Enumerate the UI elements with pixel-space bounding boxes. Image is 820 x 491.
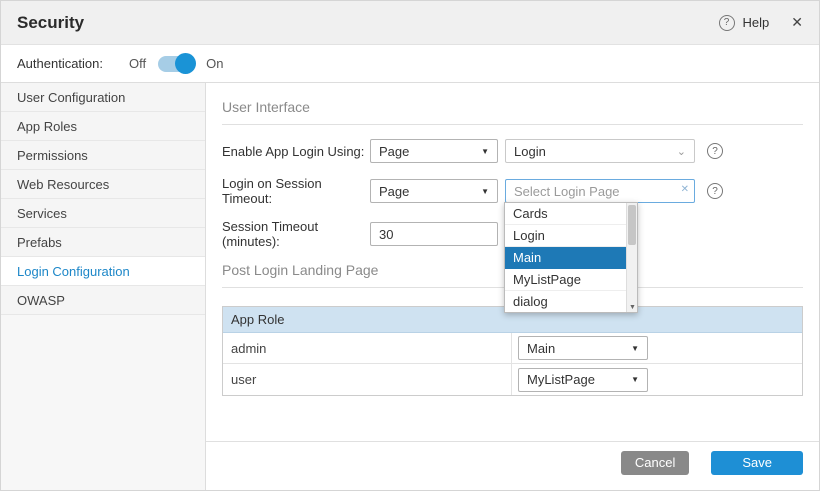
main-content: User Interface Enable App Login Using: P… <box>206 83 819 491</box>
enable-app-login-row: Enable App Login Using: Page ▼ Login ⌄ ? <box>222 139 803 163</box>
login-page-dropdown: Cards Login Main MyListPage dialog ▼ <box>504 202 638 313</box>
toggle-on-label: On <box>206 56 223 71</box>
scroll-down-icon[interactable]: ▼ <box>629 304 636 311</box>
dropdown-option-mylistpage[interactable]: MyListPage <box>505 269 637 291</box>
enable-app-login-help-icon[interactable]: ? <box>707 143 723 159</box>
sidebar-item-permissions[interactable]: Permissions <box>1 141 205 170</box>
security-dialog: Security ? Help ✕ Authentication: Off On… <box>0 0 820 491</box>
dialog-footer: Cancel Save <box>206 441 819 491</box>
dialog-header: Security ? Help ✕ <box>1 1 819 45</box>
authentication-label: Authentication: <box>17 56 103 71</box>
login-on-timeout-label: Login on Session Timeout: <box>222 176 370 206</box>
caret-down-icon: ▼ <box>481 147 489 156</box>
role-cell: admin <box>223 333 512 363</box>
sidebar-item-web-resources[interactable]: Web Resources <box>1 170 205 199</box>
dropdown-option-cards[interactable]: Cards <box>505 203 637 225</box>
login-on-timeout-type-select[interactable]: Page ▼ <box>370 179 498 203</box>
select-value: Page <box>379 184 409 199</box>
user-interface-heading: User Interface <box>222 99 803 125</box>
select-login-page-input[interactable] <box>505 179 695 203</box>
session-timeout-label: Session Timeout (minutes): <box>222 219 370 249</box>
authentication-toggle[interactable] <box>158 56 194 72</box>
clear-icon[interactable]: ✕ <box>681 184 689 195</box>
select-value: MyListPage <box>527 372 595 387</box>
role-cell: user <box>223 364 512 395</box>
close-icon[interactable]: ✕ <box>791 14 803 31</box>
authentication-bar: Authentication: Off On <box>1 45 819 83</box>
caret-down-icon: ▼ <box>631 375 639 384</box>
toggle-off-label: Off <box>129 56 146 71</box>
login-on-timeout-help-icon[interactable]: ? <box>707 183 723 199</box>
dropdown-option-main[interactable]: Main <box>505 247 637 269</box>
sidebar-item-user-configuration[interactable]: User Configuration <box>1 83 205 112</box>
save-button[interactable]: Save <box>711 451 803 475</box>
caret-down-icon: ▼ <box>481 187 489 196</box>
enable-app-login-page-combobox[interactable]: Login ⌄ <box>505 139 695 163</box>
landing-page-table: App Role admin Main ▼ user MyListPage <box>222 306 803 396</box>
help-icon[interactable]: ? <box>719 15 735 31</box>
scrollbar-thumb[interactable] <box>628 205 636 245</box>
admin-landing-page-select[interactable]: Main ▼ <box>518 336 648 360</box>
chevron-down-icon: ⌄ <box>677 145 686 158</box>
cancel-button[interactable]: Cancel <box>621 451 689 475</box>
sidebar-item-owasp[interactable]: OWASP <box>1 286 205 315</box>
sidebar-item-prefabs[interactable]: Prefabs <box>1 228 205 257</box>
sidebar: User Configuration App Roles Permissions… <box>1 83 206 491</box>
enable-app-login-type-select[interactable]: Page ▼ <box>370 139 498 163</box>
sidebar-item-app-roles[interactable]: App Roles <box>1 112 205 141</box>
caret-down-icon: ▼ <box>631 344 639 353</box>
table-row: user MyListPage ▼ <box>223 364 802 395</box>
table-row: admin Main ▼ <box>223 333 802 364</box>
dropdown-scrollbar[interactable]: ▼ <box>626 203 637 312</box>
select-value: Main <box>527 341 555 356</box>
combobox-value: Login <box>514 144 546 159</box>
dropdown-option-login[interactable]: Login <box>505 225 637 247</box>
sidebar-item-services[interactable]: Services <box>1 199 205 228</box>
user-landing-page-select[interactable]: MyListPage ▼ <box>518 368 648 392</box>
sidebar-item-login-configuration[interactable]: Login Configuration <box>1 257 205 286</box>
help-link[interactable]: Help <box>743 15 770 30</box>
select-value: Page <box>379 144 409 159</box>
enable-app-login-label: Enable App Login Using: <box>222 144 370 159</box>
page-title: Security <box>17 13 84 33</box>
toggle-knob <box>175 53 196 74</box>
session-timeout-input[interactable] <box>370 222 498 246</box>
dropdown-option-dialog[interactable]: dialog <box>505 291 637 313</box>
